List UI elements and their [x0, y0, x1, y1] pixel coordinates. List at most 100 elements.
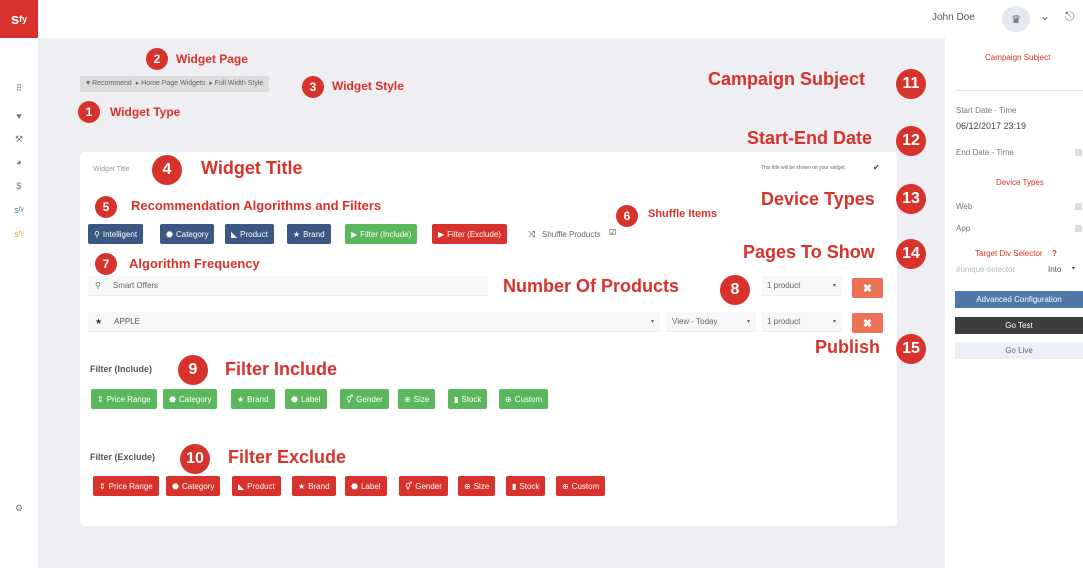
label-icon: ⬣: [351, 481, 358, 491]
include-custom-button[interactable]: ⊕ Custom: [499, 389, 549, 409]
include-price-range-button[interactable]: ⇕ Price Range: [91, 389, 157, 409]
chevron-down-icon[interactable]: ▾: [1072, 265, 1075, 272]
button-label: Category: [181, 481, 215, 491]
grid-icon[interactable]: ⠿: [0, 83, 38, 94]
star-icon: ★: [298, 481, 306, 491]
start-date-input[interactable]: 06/12/2017 23:19: [956, 121, 1026, 131]
device-app-checkbox[interactable]: [1075, 225, 1082, 232]
exclude-label-button[interactable]: ⬣ Label: [345, 476, 387, 496]
annotation-campaign-subject: Campaign Subject: [708, 69, 866, 89]
breadcrumb-item-style[interactable]: ▸ Full Width Style: [209, 80, 263, 87]
button-label: Price Range: [108, 481, 153, 491]
button-label: Gender: [356, 394, 383, 404]
product-count-value: 1 product: [767, 281, 801, 290]
breadcrumb-item-recommend[interactable]: ♥ Recommend: [86, 80, 132, 87]
product-count-select[interactable]: 1 product ▾: [762, 276, 842, 296]
algorithm-row-apple[interactable]: ★ APPLE ▾: [88, 312, 660, 332]
star-icon: ★: [95, 317, 103, 326]
annotation-start-end-date: Start-End Date: [747, 128, 873, 148]
button-label: Brand: [247, 394, 269, 404]
bulb-icon: ⚲: [94, 229, 100, 239]
go-live-button[interactable]: Go Live: [955, 342, 1083, 359]
annotation-widget-title: Widget Title: [201, 158, 303, 178]
selector-input[interactable]: #unique-selector: [956, 265, 1015, 274]
help-icon[interactable]: ?: [1052, 249, 1057, 258]
product-count-select[interactable]: 1 product ▾: [762, 312, 842, 332]
sfy-alt-icon[interactable]: sᶠʸ: [0, 229, 38, 239]
crown-icon[interactable]: ♛: [1002, 6, 1030, 32]
title-check-icon[interactable]: ✔: [873, 163, 880, 172]
button-label: Intelligent: [102, 229, 138, 239]
star-icon: ★: [237, 394, 245, 404]
include-size-button[interactable]: ⊕ Size: [398, 389, 436, 409]
annotation-13-badge: 13: [896, 184, 926, 214]
remove-row-button[interactable]: ✖: [852, 313, 883, 333]
remove-row-button[interactable]: ✖: [852, 278, 883, 298]
shuffle-checkbox[interactable]: ☑: [609, 228, 616, 237]
go-test-button[interactable]: Go Test: [955, 317, 1083, 334]
product-button[interactable]: ◣ Product: [225, 224, 274, 244]
algorithm-label: Smart Offers: [112, 281, 159, 290]
annotation-widget-style: Widget Style: [332, 79, 404, 93]
tag-icon: ⬣: [166, 229, 173, 239]
into-select[interactable]: Into: [1048, 265, 1061, 274]
include-stock-button[interactable]: ▮ Stock: [448, 389, 488, 409]
filter-exclude-button[interactable]: ▶ Filter (Exclude): [432, 224, 507, 244]
exclude-price-range-button[interactable]: ⇕ Price Range: [93, 476, 159, 496]
exclude-size-button[interactable]: ⊕ Size: [458, 476, 496, 496]
brand-button[interactable]: ★ Brand: [287, 224, 331, 244]
widget-title-input[interactable]: Widget Title: [93, 166, 130, 173]
exclude-custom-button[interactable]: ⊕ Custom: [556, 476, 606, 496]
plus-circle-icon: ⊕: [505, 394, 512, 404]
heart-icon[interactable]: ♥: [0, 111, 38, 121]
bulb-icon: ⚲: [95, 281, 101, 290]
exclude-gender-button[interactable]: ⚥ Gender: [399, 476, 448, 496]
shuffle-products-label: Shuffle Products: [542, 230, 601, 239]
campaign-subject-field[interactable]: Campaign Subject: [985, 53, 1050, 62]
button-label: Filter (Exclude): [447, 229, 501, 239]
annotation-6-badge: 6: [616, 205, 638, 227]
user-name[interactable]: John Doe: [932, 12, 975, 23]
segmentify-logo[interactable]: s fy: [0, 0, 38, 38]
dollar-icon[interactable]: $: [0, 181, 38, 191]
pie-icon[interactable]: ◕: [0, 157, 38, 167]
algorithm-row-smart-offers[interactable]: ⚲ Smart Offers: [88, 276, 488, 296]
include-gender-button[interactable]: ⚥ Gender: [340, 389, 389, 409]
left-nav: ⠿ ♥ ⚒ ◕ $ sᶠʸ sᶠʸ ⚙: [0, 38, 38, 568]
exclude-brand-button[interactable]: ★ Brand: [292, 476, 336, 496]
include-label-button[interactable]: ⬣ Label: [285, 389, 327, 409]
annotation-14-badge: 14: [896, 239, 926, 269]
chevron-down-icon[interactable]: ⌄: [1040, 9, 1050, 23]
tools-icon[interactable]: ⚒: [0, 134, 38, 145]
button-label: Brand: [308, 481, 330, 491]
breadcrumb-item-page[interactable]: ▸ Home Page Widgets: [136, 80, 206, 87]
include-brand-button[interactable]: ★ Brand: [231, 389, 275, 409]
device-web-checkbox[interactable]: [1075, 203, 1082, 210]
gender-icon: ⚥: [346, 394, 354, 404]
filter-icon: ▶: [351, 229, 358, 239]
button-label: Category: [175, 229, 209, 239]
end-date-toggle[interactable]: [1075, 149, 1082, 156]
exclude-category-button[interactable]: ⬣ Category: [166, 476, 221, 496]
button-label: Category: [178, 394, 212, 404]
include-category-button[interactable]: ⬣ Category: [163, 389, 218, 409]
exclude-product-button[interactable]: ◣ Product: [232, 476, 281, 496]
gender-icon: ⚥: [405, 481, 413, 491]
annotation-filter-include: Filter Include: [225, 359, 338, 379]
annotation-10-badge: 10: [180, 444, 210, 474]
intelligent-button[interactable]: ⚲ Intelligent: [88, 224, 144, 244]
logout-icon[interactable]: ⎋: [1065, 9, 1075, 24]
advanced-configuration-button[interactable]: Advanced Configuration: [955, 291, 1083, 308]
category-button[interactable]: ⬣ Category: [160, 224, 215, 244]
period-select[interactable]: View - Today ▾: [666, 312, 756, 332]
annotation-5-badge: 5: [95, 196, 117, 218]
sfy-icon[interactable]: sᶠʸ: [0, 205, 38, 215]
gear-icon[interactable]: ⚙: [0, 503, 38, 514]
divider: [955, 90, 1083, 91]
exclude-stock-button[interactable]: ▮ Stock: [506, 476, 546, 496]
button-label: Custom: [571, 481, 600, 491]
end-date-label[interactable]: End Date - Time: [956, 148, 1014, 157]
chevron-down-icon: ▾: [746, 319, 750, 325]
start-date-label: Start Date - Time: [956, 106, 1017, 115]
filter-include-button[interactable]: ▶ Filter (Include): [345, 224, 418, 244]
